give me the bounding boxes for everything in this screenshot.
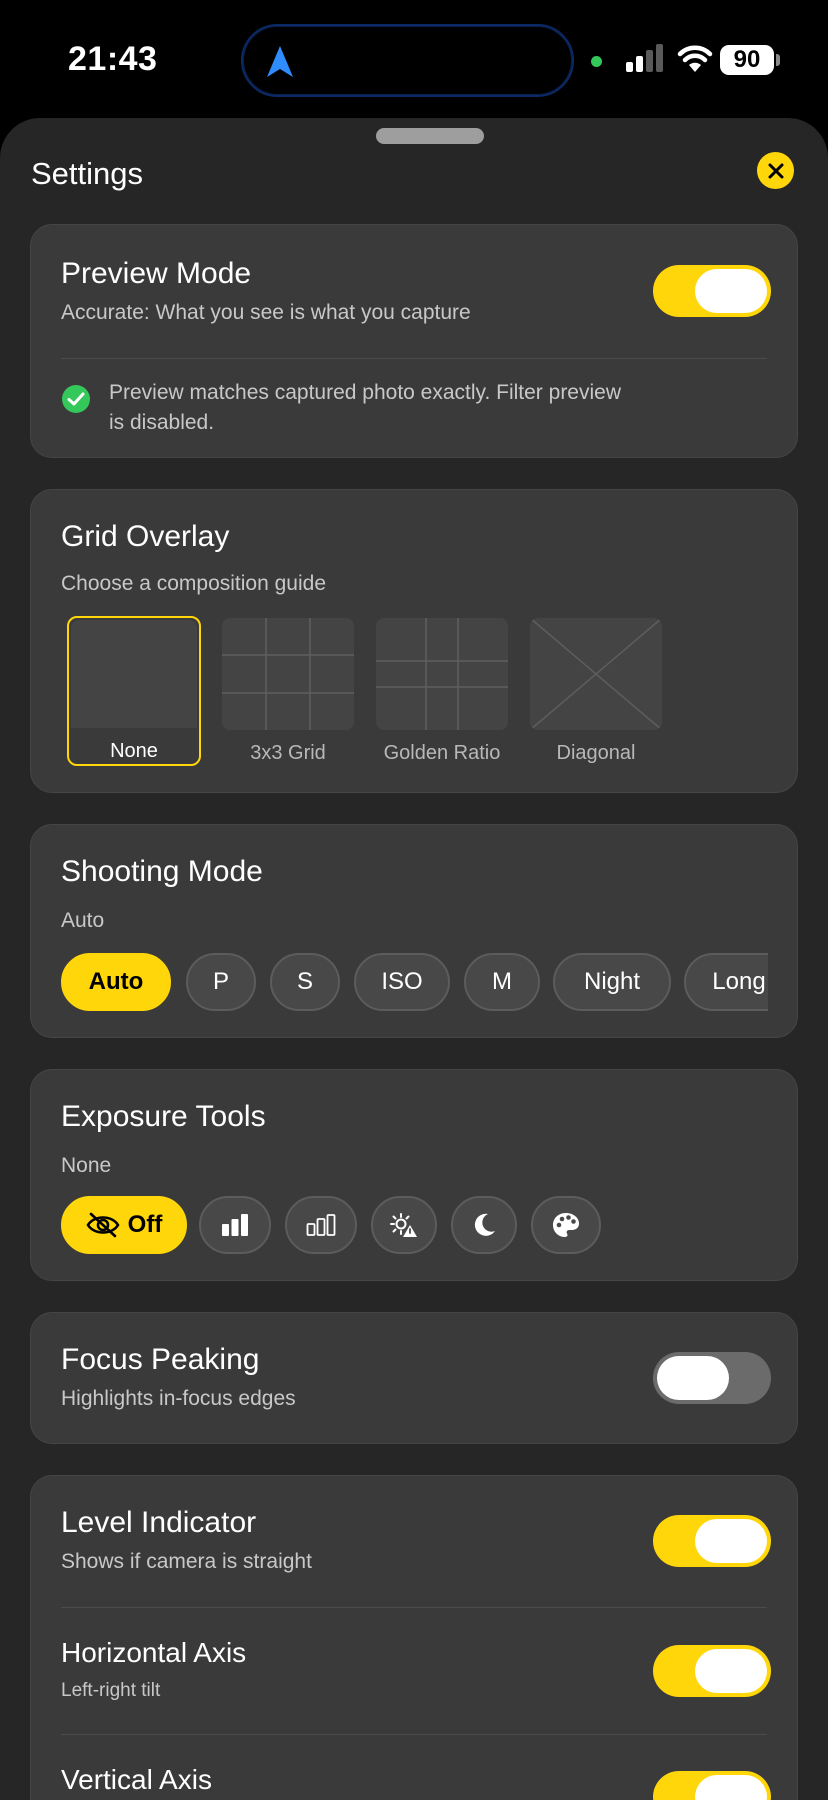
- preview-mode-title: Preview Mode: [61, 257, 252, 290]
- exposure-off-button[interactable]: Off: [61, 1196, 187, 1254]
- wifi-icon: [677, 45, 713, 72]
- mode-long-button[interactable]: Long: [684, 953, 768, 1011]
- level-indicator-title: Level Indicator: [61, 1506, 257, 1539]
- level-indicator-card: Level Indicator Shows if camera is strai…: [30, 1475, 798, 1800]
- checkmark-circle-icon: [62, 385, 90, 413]
- divider: [61, 1607, 767, 1608]
- divider: [61, 358, 767, 359]
- status-bar: 21:43 90: [0, 0, 828, 110]
- palette-icon: [553, 1213, 579, 1237]
- exposure-off-label: Off: [127, 1211, 163, 1238]
- grid-option-3x3[interactable]: 3x3 Grid: [222, 618, 354, 768]
- shooting-mode-scroller[interactable]: Auto P S ISO M Night Long: [61, 951, 768, 1013]
- grid-overlay-subtitle: Choose a composition guide: [61, 572, 327, 595]
- grid-option-label: Diagonal: [556, 742, 636, 764]
- grid-thumbnail-diagonal: [530, 618, 662, 730]
- moon-icon: [474, 1213, 495, 1236]
- preview-note-line1: Preview matches captured photo exactly. …: [109, 381, 621, 404]
- grid-overlay-title: Grid Overlay: [61, 520, 230, 553]
- mode-s-button[interactable]: S: [270, 953, 340, 1011]
- mode-p-button[interactable]: P: [186, 953, 256, 1011]
- level-indicator-subtitle: Shows if camera is straight: [61, 1550, 312, 1573]
- horizontal-axis-toggle[interactable]: [653, 1645, 771, 1697]
- shooting-mode-title: Shooting Mode: [61, 855, 263, 888]
- preview-mode-card: Preview Mode Accurate: What you see is w…: [30, 224, 798, 458]
- camera-in-use-indicator: [591, 56, 602, 67]
- status-time: 21:43: [68, 40, 158, 78]
- focus-peaking-toggle[interactable]: [653, 1352, 771, 1404]
- eye-slash-icon: [86, 1212, 120, 1238]
- mode-night-button[interactable]: Night: [553, 953, 671, 1011]
- grid-thumbnail-none: [71, 620, 197, 728]
- zebra-warning-icon: [390, 1213, 417, 1237]
- settings-sheet: Settings Preview Mode Accurate: What you…: [0, 118, 828, 1800]
- preview-mode-subtitle: Accurate: What you see is what you captu…: [61, 301, 471, 324]
- histogram-button[interactable]: [199, 1196, 271, 1254]
- zebra-warning-button[interactable]: [371, 1196, 437, 1254]
- mode-m-button[interactable]: M: [464, 953, 540, 1011]
- preview-note-line2: is disabled.: [109, 411, 215, 434]
- dynamic-island[interactable]: [241, 24, 574, 97]
- level-indicator-toggle[interactable]: [653, 1515, 771, 1567]
- night-tool-button[interactable]: [451, 1196, 517, 1254]
- exposure-tools-title: Exposure Tools: [61, 1100, 266, 1133]
- navigation-arrow-icon: [267, 46, 293, 77]
- grid-thumbnail-3x3: [222, 618, 354, 730]
- horizontal-axis-subtitle: Left-right tilt: [61, 1680, 161, 1701]
- divider: [61, 1734, 767, 1735]
- grid-option-none[interactable]: None: [67, 616, 201, 766]
- mode-auto-button[interactable]: Auto: [61, 953, 171, 1011]
- color-tool-button[interactable]: [531, 1196, 601, 1254]
- horizontal-axis-title: Horizontal Axis: [61, 1637, 247, 1668]
- grid-option-label: Golden Ratio: [383, 742, 501, 764]
- histogram-outline-icon: [306, 1214, 336, 1236]
- exposure-tools-card: Exposure Tools None Off: [30, 1069, 798, 1281]
- grid-overlay-card: Grid Overlay Choose a composition guide …: [30, 489, 798, 793]
- sheet-title: Settings: [31, 156, 144, 191]
- cellular-signal-icon: [626, 44, 666, 72]
- close-button[interactable]: [757, 152, 794, 189]
- vertical-axis-toggle[interactable]: [653, 1771, 771, 1800]
- shooting-mode-card: Shooting Mode Auto Auto P S ISO M Night …: [30, 824, 798, 1038]
- close-icon: [768, 163, 783, 178]
- histogram-filled-icon: [222, 1214, 248, 1236]
- focus-peaking-title: Focus Peaking: [61, 1343, 260, 1376]
- mode-iso-button[interactable]: ISO: [354, 953, 450, 1011]
- histogram-outline-button[interactable]: [285, 1196, 357, 1254]
- shooting-mode-current: Auto: [61, 909, 105, 932]
- sheet-grabber[interactable]: [376, 128, 484, 144]
- vertical-axis-title: Vertical Axis: [61, 1764, 212, 1795]
- grid-option-diagonal[interactable]: Diagonal: [530, 618, 662, 768]
- grid-option-label: None: [110, 740, 158, 762]
- battery-tip: [776, 54, 780, 66]
- battery-icon: 90: [720, 45, 774, 75]
- grid-option-label: 3x3 Grid: [250, 742, 326, 764]
- preview-mode-toggle[interactable]: [653, 265, 771, 317]
- focus-peaking-subtitle: Highlights in-focus edges: [61, 1387, 296, 1410]
- grid-thumbnail-golden-ratio: [376, 618, 508, 730]
- exposure-tools-current: None: [61, 1154, 112, 1177]
- grid-option-golden-ratio[interactable]: Golden Ratio: [376, 618, 508, 768]
- focus-peaking-card: Focus Peaking Highlights in-focus edges: [30, 1312, 798, 1444]
